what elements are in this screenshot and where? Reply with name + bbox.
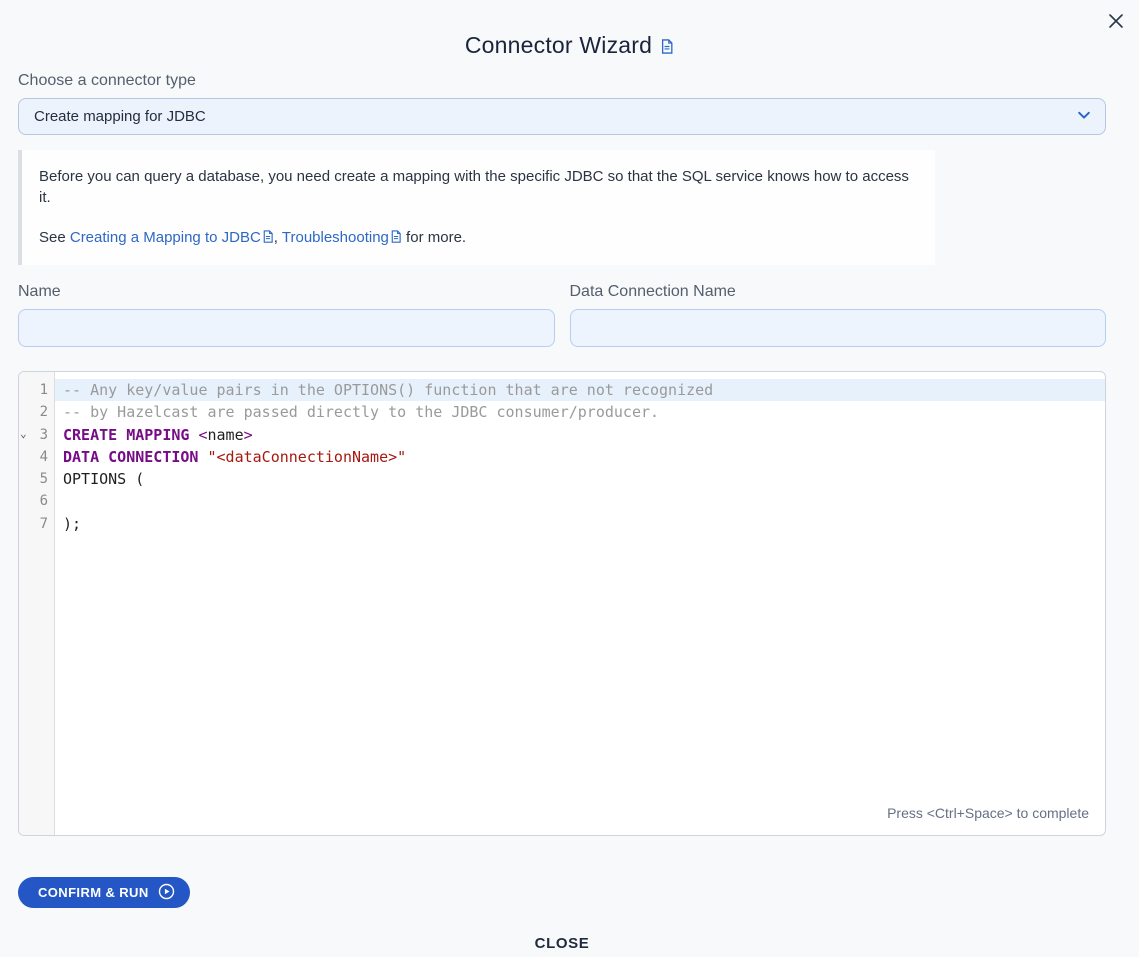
connector-type-select[interactable]: Create mapping for JDBC	[18, 98, 1106, 135]
confirm-and-run-label: CONFIRM & RUN	[38, 885, 149, 900]
fold-chevron-icon[interactable]: ⌄	[20, 423, 27, 445]
data-connection-field-label: Data Connection Name	[570, 283, 1107, 301]
code-line-2[interactable]: -- by Hazelcast are passed directly to t…	[55, 401, 1105, 423]
editor-gutter: 12⌄34567	[19, 372, 55, 835]
line-number-5: 5	[19, 468, 54, 490]
code-line-6[interactable]	[55, 490, 1105, 512]
line-number-3: ⌄3	[19, 424, 54, 446]
link-troubleshooting[interactable]: Troubleshooting	[282, 229, 389, 246]
close-button[interactable]: CLOSE	[529, 934, 596, 953]
code-line-7[interactable]: );	[55, 513, 1105, 535]
info-paragraph: Before you can query a database, you nee…	[39, 166, 915, 208]
data-connection-input[interactable]	[570, 309, 1107, 347]
code-line-1[interactable]: -- Any key/value pairs in the OPTIONS() …	[55, 379, 1105, 401]
editor-code-area[interactable]: -- Any key/value pairs in the OPTIONS() …	[55, 372, 1105, 835]
dialog-title: Connector Wizard	[0, 0, 1139, 61]
connector-type-selected-value: Create mapping for JDBC	[34, 108, 206, 125]
info-suffix: for more.	[402, 229, 466, 246]
name-input[interactable]	[18, 309, 555, 347]
dialog-title-text: Connector Wizard	[465, 32, 652, 58]
confirm-and-run-button[interactable]: CONFIRM & RUN	[18, 877, 190, 908]
code-line-3[interactable]: CREATE MAPPING <name>	[55, 424, 1105, 446]
doc-link-icon	[390, 231, 402, 248]
line-number-2: 2	[19, 401, 54, 423]
name-field-label: Name	[18, 283, 555, 301]
code-line-4[interactable]: DATA CONNECTION "<dataConnectionName>"	[55, 446, 1105, 468]
dialog-close-icon[interactable]	[1104, 9, 1128, 33]
chevron-down-icon	[1076, 107, 1092, 127]
x-icon	[1106, 11, 1126, 31]
info-links-separator: ,	[274, 229, 282, 246]
link-creating-mapping-jdbc[interactable]: Creating a Mapping to JDBC	[70, 229, 261, 246]
connector-type-label: Choose a connector type	[18, 72, 1106, 90]
info-box: Before you can query a database, you nee…	[18, 150, 935, 265]
docs-file-icon[interactable]	[660, 34, 674, 60]
line-number-6: 6	[19, 490, 54, 512]
data-connection-field-group: Data Connection Name	[570, 283, 1107, 347]
fields-row: Name Data Connection Name	[18, 283, 1106, 347]
info-links-paragraph: See Creating a Mapping to JDBC , Trouble…	[39, 227, 915, 250]
close-row: CLOSE	[18, 934, 1106, 953]
sql-code-editor[interactable]: 12⌄34567 -- Any key/value pairs in the O…	[18, 371, 1106, 836]
code-line-5[interactable]: OPTIONS (	[55, 468, 1105, 490]
doc-link-icon	[262, 231, 274, 248]
info-see-prefix: See	[39, 229, 70, 246]
autocomplete-hint: Press <Ctrl+Space> to complete	[887, 805, 1089, 821]
play-circle-icon	[158, 883, 175, 903]
line-number-7: 7	[19, 513, 54, 535]
line-number-1: 1	[19, 379, 54, 401]
line-number-4: 4	[19, 446, 54, 468]
name-field-group: Name	[18, 283, 555, 347]
wizard-body: Choose a connector type Create mapping f…	[18, 72, 1106, 953]
